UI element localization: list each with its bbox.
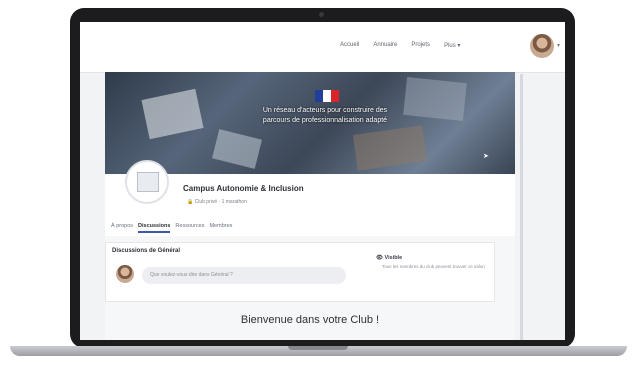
main-content: Un réseau d'acteurs pour construire des … bbox=[105, 72, 515, 340]
visibility-title: 👁 Visible bbox=[376, 255, 486, 261]
banner-photo-shape bbox=[352, 125, 428, 171]
banner-tagline: Un réseau d'acteurs pour construire des … bbox=[262, 107, 388, 124]
nav-links: Accueil Annuaire Projets Plus ▾ bbox=[340, 42, 460, 49]
banner-photo-shape bbox=[403, 76, 467, 122]
discussion-title: Discussions de Général bbox=[112, 248, 181, 254]
camera-dot bbox=[319, 12, 324, 17]
club-logo bbox=[125, 160, 169, 204]
tab-discussions[interactable]: Discussions bbox=[138, 223, 171, 233]
discussion-card: Discussions de Général Que voulez-vous d… bbox=[105, 242, 495, 302]
nav-link-annuaire[interactable]: Annuaire bbox=[373, 42, 397, 49]
visibility-label: Visible bbox=[384, 255, 403, 261]
avatar bbox=[116, 265, 134, 283]
eye-icon: 👁 bbox=[376, 255, 383, 261]
club-banner: Un réseau d'acteurs pour construire des … bbox=[105, 72, 515, 174]
club-logo-image bbox=[137, 172, 159, 192]
french-flag-icon bbox=[315, 90, 339, 102]
visibility-info: 👁 Visible Tous les membres du club peuve… bbox=[376, 255, 486, 270]
flag-stripe-red bbox=[331, 90, 339, 102]
club-tabs: À propos Discussions Ressources Membres bbox=[111, 223, 232, 233]
laptop-screen: Accueil Annuaire Projets Plus ▾ ▾ Un rés… bbox=[80, 22, 565, 340]
nav-link-plus[interactable]: Plus ▾ bbox=[444, 42, 460, 49]
scrollbar[interactable] bbox=[520, 74, 523, 340]
post-input[interactable]: Que voulez-vous dire dans Général ? bbox=[142, 267, 346, 284]
banner-photo-shape bbox=[141, 88, 204, 140]
nav-link-accueil[interactable]: Accueil bbox=[340, 42, 359, 49]
visibility-description: Tous les membres du club peuvent trouver… bbox=[382, 264, 485, 269]
flag-stripe-white bbox=[323, 90, 331, 102]
nav-link-projets[interactable]: Projets bbox=[411, 42, 430, 49]
flag-stripe-blue bbox=[315, 90, 323, 102]
tab-membres[interactable]: Membres bbox=[209, 223, 232, 233]
club-meta-text: Club privé · 1 marathon bbox=[194, 199, 247, 205]
tab-ressources[interactable]: Ressources bbox=[175, 223, 204, 233]
laptop-notch bbox=[288, 346, 348, 350]
chevron-down-icon[interactable]: ▾ bbox=[557, 42, 560, 49]
user-avatar[interactable] bbox=[530, 34, 554, 58]
welcome-caption: Bienvenue dans votre Club ! bbox=[240, 314, 380, 326]
group-header-card: Campus Autonomie & Inclusion 🔒 Club priv… bbox=[105, 160, 515, 236]
lock-icon: 🔒 bbox=[187, 199, 194, 205]
top-navbar: Accueil Annuaire Projets Plus ▾ ▾ bbox=[80, 22, 565, 73]
tab-a-propos[interactable]: À propos bbox=[111, 223, 133, 233]
banner-photo-shape bbox=[212, 129, 262, 169]
cursor-icon: ➤ bbox=[483, 153, 489, 160]
laptop-lid: Accueil Annuaire Projets Plus ▾ ▾ Un rés… bbox=[70, 8, 575, 348]
club-name: Campus Autonomie & Inclusion bbox=[183, 184, 304, 193]
club-meta: 🔒 Club privé · 1 marathon bbox=[187, 199, 247, 205]
